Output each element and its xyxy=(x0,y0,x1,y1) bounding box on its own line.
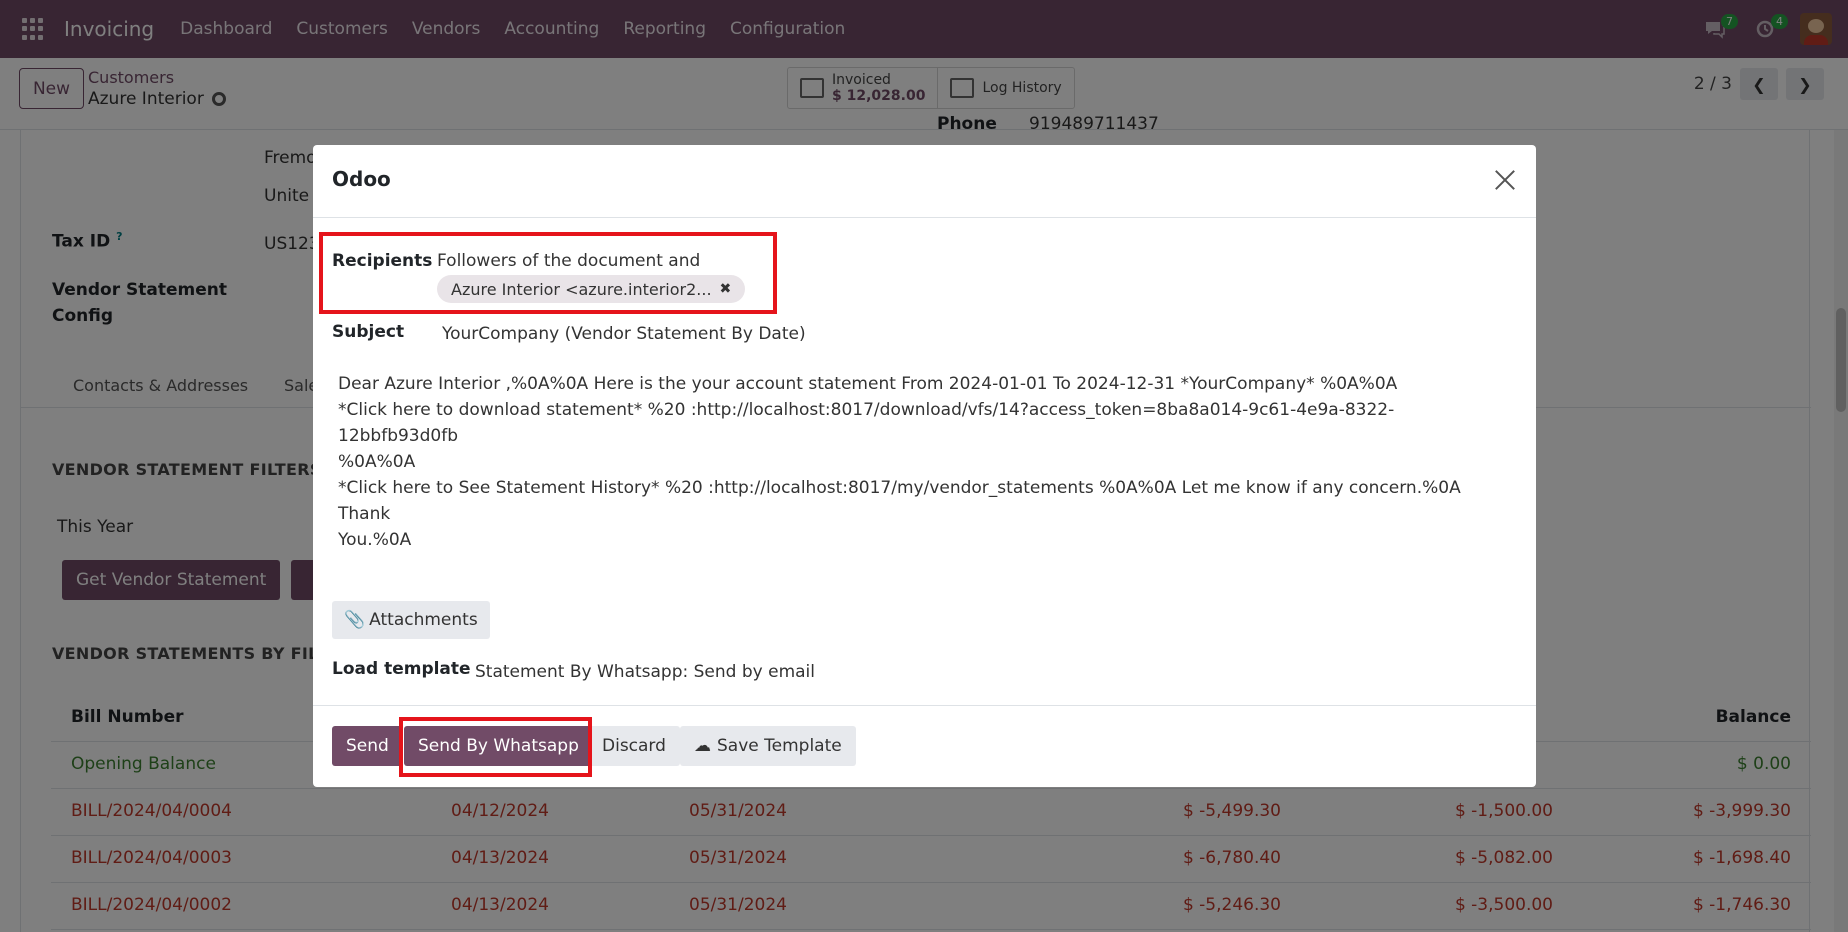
body-line-4: *Click here to See Statement History* %2… xyxy=(338,478,1467,524)
subject-label: Subject xyxy=(332,322,405,342)
body-line-5: You.%0A xyxy=(338,530,412,550)
body-line-1: Dear Azure Interior ,%0A%0A Here is the … xyxy=(338,374,1398,394)
cloud-upload-icon: ☁ xyxy=(694,736,711,756)
load-template-label: Load template xyxy=(332,659,471,679)
save-template-label: Save Template xyxy=(717,736,842,756)
message-body-editor[interactable]: Dear Azure Interior ,%0A%0A Here is the … xyxy=(338,371,1488,553)
mail-composer-dialog: Odoo Recipients Followers of the documen… xyxy=(313,145,1536,787)
save-template-button[interactable]: ☁ Save Template xyxy=(680,726,856,766)
dialog-header: Odoo xyxy=(313,145,1536,218)
discard-button[interactable]: Discard xyxy=(588,726,680,766)
recipients-highlight xyxy=(319,232,777,314)
paperclip-icon: 📎 xyxy=(344,610,366,630)
body-line-3: %0A%0A xyxy=(338,452,416,472)
body-line-2: *Click here to download statement* %20 :… xyxy=(338,400,1395,446)
dialog-footer: Send Send By Whatsapp Discard ☁ Save Tem… xyxy=(313,705,1536,787)
attachments-label: Attachments xyxy=(369,610,478,630)
load-template-select[interactable]: Statement By Whatsapp: Send by email xyxy=(475,662,815,682)
whatsapp-button-highlight xyxy=(399,717,592,777)
close-icon[interactable] xyxy=(1492,167,1518,193)
dialog-title: Odoo xyxy=(332,167,391,191)
send-button[interactable]: Send xyxy=(332,726,403,766)
attachments-button[interactable]: 📎 Attachments xyxy=(332,601,490,639)
subject-input[interactable]: YourCompany (Vendor Statement By Date) xyxy=(442,324,806,344)
